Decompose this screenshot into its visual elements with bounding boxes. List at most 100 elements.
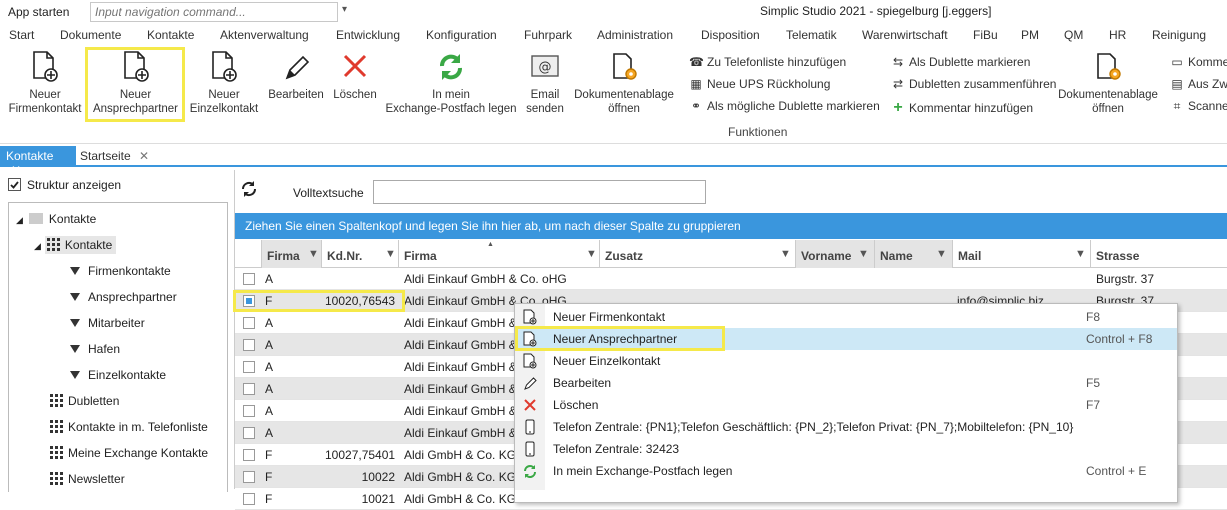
menu-qm[interactable]: QM (1064, 28, 1083, 42)
filter-icon[interactable]: ▼ (936, 248, 947, 260)
grid-icon (50, 472, 63, 485)
tab-kontakte[interactable]: Kontakte ✕ (0, 146, 76, 177)
context-menu-shortcut: F7 (1086, 398, 1101, 412)
context-menu-item[interactable]: Bearbeiten F5 (515, 372, 1177, 394)
new-doc-icon (186, 50, 262, 84)
clipboard-icon: ▤ (1171, 77, 1183, 91)
volltextsuche-input[interactable] (373, 180, 706, 204)
menu-pm[interactable]: PM (1021, 28, 1039, 42)
row-select-checkbox[interactable] (243, 383, 255, 395)
tree-filter-hafen[interactable]: Hafen (70, 342, 120, 356)
tree-root-kontakte[interactable]: ◢ Kontakte (16, 212, 96, 226)
row-select-checkbox[interactable] (243, 449, 255, 461)
merge-duplicates-action[interactable]: ⇄ Dubletten zusammenführen (891, 77, 1056, 91)
row-select-checkbox[interactable] (243, 273, 255, 285)
navigation-command-input[interactable] (90, 2, 338, 22)
tree-item-dubletten[interactable]: Dubletten (50, 394, 119, 408)
open-dokumentenablage-button[interactable]: Dokumentenablage öffnen (571, 50, 677, 116)
context-menu-item[interactable]: Neuer Firmenkontakt F8 (515, 306, 1177, 328)
edit-button[interactable]: Bearbeiten (264, 50, 328, 102)
menu-reinigung[interactable]: Reinigung (1152, 28, 1206, 42)
table-row[interactable]: A Aldi Einkauf GmbH & Co. oHG Burgstr. 37 (235, 268, 1227, 290)
row-select-checkbox[interactable] (243, 471, 255, 483)
menu-fuhrpark[interactable]: Fuhrpark (524, 28, 572, 42)
tree-item-exchange-kontakte[interactable]: Meine Exchange Kontakte (50, 446, 208, 460)
app-start-button[interactable]: App starten (8, 5, 69, 19)
mark-possible-duplicate-action[interactable]: ⚭ Als mögliche Dublette markieren (689, 99, 880, 113)
menu-telematik[interactable]: Telematik (786, 28, 837, 42)
menu-entwicklung[interactable]: Entwicklung (336, 28, 400, 42)
menu-fibu[interactable]: FiBu (973, 28, 998, 42)
menu-kontakte[interactable]: Kontakte (147, 28, 194, 42)
exchange-postfach-button[interactable]: In mein Exchange-Postfach legen (383, 50, 519, 116)
filter-icon[interactable]: ▼ (1075, 248, 1086, 260)
context-menu-item[interactable]: In mein Exchange-Postfach legen Control +… (515, 460, 1177, 482)
grid-icon (46, 238, 60, 251)
menu-aktenverwaltung[interactable]: Aktenverwaltung (220, 28, 309, 42)
new-firmenkontakt-button[interactable]: Neuer Firmenkontakt (2, 50, 88, 116)
new-einzelkontakt-button[interactable]: Neuer Einzelkontakt (186, 50, 262, 116)
filter-icon (70, 293, 80, 301)
row-select-checkbox[interactable] (243, 361, 255, 373)
menu-konfiguration[interactable]: Konfiguration (426, 28, 497, 42)
exchange-refresh-icon (383, 50, 519, 84)
menu-hr[interactable]: HR (1109, 28, 1126, 42)
context-menu-item[interactable]: Telefon Zentrale: {PN1};Telefon Geschäft… (515, 416, 1177, 438)
row-select-checkbox[interactable] (243, 493, 255, 505)
tree-item-newsletter[interactable]: Newsletter (50, 472, 125, 486)
quick-access-dropdown-icon[interactable]: ▾ (342, 4, 347, 15)
exchange-icon (523, 463, 539, 479)
group-by-panel[interactable]: Ziehen Sie einen Spaltenkopf und legen S… (235, 213, 1227, 239)
filter-icon[interactable]: ▼ (308, 248, 319, 260)
menu-disposition[interactable]: Disposition (701, 28, 760, 42)
refresh-icon[interactable] (240, 180, 258, 198)
collapse-arrow-icon[interactable]: ◢ (34, 241, 41, 251)
context-menu-item[interactable]: Löschen F7 (515, 394, 1177, 416)
menu-start[interactable]: Start (9, 28, 34, 42)
tree-item-kontakte[interactable]: ◢ Kontakte (34, 236, 117, 254)
context-menu-item[interactable]: Neuer Einzelkontakt (515, 350, 1177, 372)
row-select-checkbox[interactable] (243, 317, 255, 329)
open-dokumentenablage-button-2[interactable]: Dokumentenablage öffnen (1055, 50, 1161, 116)
header-select (235, 240, 262, 268)
filter-icon[interactable]: ▼ (780, 248, 791, 260)
cell-typ: A (265, 338, 274, 352)
row-select-checkbox[interactable] (243, 339, 255, 351)
new-ups-return-action[interactable]: ▦ Neue UPS Rückholung (689, 77, 830, 91)
collapse-arrow-icon[interactable]: ◢ (16, 215, 23, 225)
header-strasse[interactable]: Strasse (1091, 240, 1227, 268)
tab-startseite[interactable]: Startseite ✕ (80, 149, 149, 163)
filter-icon[interactable]: ▼ (586, 248, 597, 260)
new-doc-icon (523, 353, 539, 369)
filter-icon[interactable]: ▼ (385, 248, 396, 260)
scan-action[interactable]: ⌗Scanne... (1170, 99, 1227, 114)
tree-filter-mitarbeiter[interactable]: Mitarbeiter (70, 316, 145, 330)
menu-administration[interactable]: Administration (597, 28, 673, 42)
from-clipboard-action[interactable]: ▤Aus Zw... (1170, 77, 1227, 91)
send-email-button[interactable]: @ Email senden (520, 50, 570, 116)
struktur-checkbox[interactable] (8, 178, 21, 191)
header-mail[interactable]: Mail (953, 240, 1091, 268)
folder-icon (28, 213, 43, 224)
row-select-checkbox[interactable] (243, 405, 255, 417)
close-icon[interactable]: ✕ (139, 149, 149, 163)
mark-duplicate-action[interactable]: ⇆ Als Dublette markieren (891, 55, 1030, 69)
tree-filter-einzelkontakte[interactable]: Einzelkontakte (70, 368, 166, 382)
menu-warenwirtschaft[interactable]: Warenwirtschaft (862, 28, 948, 42)
tree-item-telefonliste[interactable]: Kontakte in m. Telefonliste (50, 420, 208, 434)
add-comment-action[interactable]: + Kommentar hinzufügen (891, 99, 1033, 117)
delete-icon (523, 397, 539, 413)
row-select-checkbox[interactable] (243, 427, 255, 439)
comment-action[interactable]: ▭Kommentar (1170, 55, 1227, 69)
header-firma[interactable]: Firma (399, 240, 600, 268)
tree-filter-firmenkontakte[interactable]: Firmenkontakte (70, 264, 171, 278)
delete-button[interactable]: Löschen (328, 50, 382, 102)
header-zusatz[interactable]: Zusatz (600, 240, 796, 268)
scanner-icon: ⌗ (1173, 99, 1181, 113)
menu-dokumente[interactable]: Dokumente (60, 28, 121, 42)
tree-filter-ansprechpartner[interactable]: Ansprechpartner (70, 290, 177, 304)
filter-icon[interactable]: ▼ (858, 248, 869, 260)
add-to-phonelist-action[interactable]: ☎ Zu Telefonliste hinzufügen (689, 55, 846, 69)
context-menu-item[interactable]: Telefon Zentrale: 32423 (515, 438, 1177, 460)
cell-typ: A (265, 382, 274, 396)
